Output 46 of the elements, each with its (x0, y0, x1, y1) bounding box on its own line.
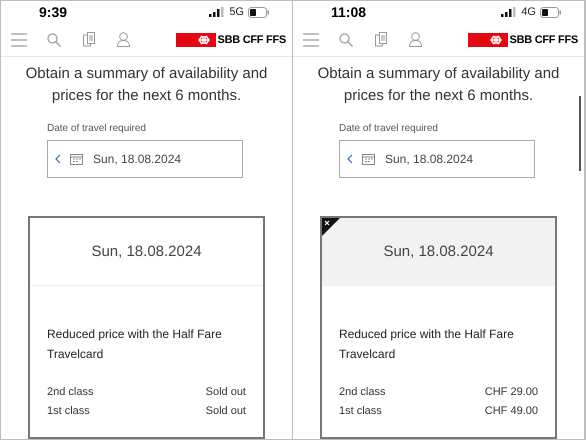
price-value: CHF 49.00 (484, 404, 538, 419)
card-date: Sun, 18.08.2024 (383, 242, 494, 262)
price-value: CHF 29.00 (484, 384, 538, 400)
date-field-label: Date of travel required (339, 122, 439, 136)
battery-icon (248, 6, 270, 18)
date-field[interactable]: Sun, 18.08.2024 (339, 140, 535, 178)
logo-icon (468, 32, 508, 47)
status-time: 11:08 (331, 2, 366, 22)
calendar-icon (362, 153, 375, 166)
battery-icon (540, 6, 562, 18)
search-icon[interactable] (47, 32, 61, 47)
date-field-label: Date of travel required (47, 122, 147, 136)
ticket-icon[interactable] (83, 32, 95, 48)
price-value: Sold out (206, 384, 246, 400)
class-label: 1st class (339, 404, 382, 419)
date-field[interactable]: Sun, 18.08.2024 (47, 140, 243, 178)
network-label: 5G (229, 4, 244, 20)
previous-icon[interactable] (54, 154, 62, 164)
user-icon[interactable] (117, 32, 130, 48)
fare-title: Reduced price with the Half Fare Travelcard (46, 326, 223, 364)
date-value: Sun, 18.08.2024 (93, 151, 182, 168)
menu-icon[interactable] (303, 32, 319, 47)
status-time: 9:39 (39, 2, 68, 22)
card-date: Sun, 18.08.2024 (91, 242, 202, 262)
class-label: 2nd class (47, 384, 94, 400)
signal-icon (209, 7, 226, 18)
menu-icon[interactable] (11, 32, 27, 47)
calendar-icon (70, 153, 83, 166)
intro-text: Obtain a summary of availability and prices for the next 6 months. (316, 64, 560, 106)
fare-title: Reduced price with the Half Fare Travelcard (338, 326, 515, 364)
previous-icon[interactable] (346, 154, 354, 164)
logo-text: SBB CFF FFS (218, 32, 286, 48)
date-value: Sun, 18.08.2024 (385, 151, 474, 168)
intro-text: Obtain a summary of availability and prices for the next 6 months. (24, 64, 268, 106)
class-label: 1st class (47, 404, 90, 419)
search-icon[interactable] (339, 32, 353, 47)
signal-icon (501, 7, 518, 18)
scrollbar[interactable] (579, 96, 581, 171)
logo-icon (176, 32, 216, 47)
class-label: 2nd class (339, 384, 386, 400)
close-icon[interactable] (322, 218, 340, 236)
user-icon[interactable] (409, 32, 422, 48)
network-label: 4G (521, 4, 536, 20)
logo-text: SBB CFF FFS (510, 32, 578, 48)
ticket-icon[interactable] (375, 32, 387, 48)
price-value: Sold out (206, 404, 246, 419)
